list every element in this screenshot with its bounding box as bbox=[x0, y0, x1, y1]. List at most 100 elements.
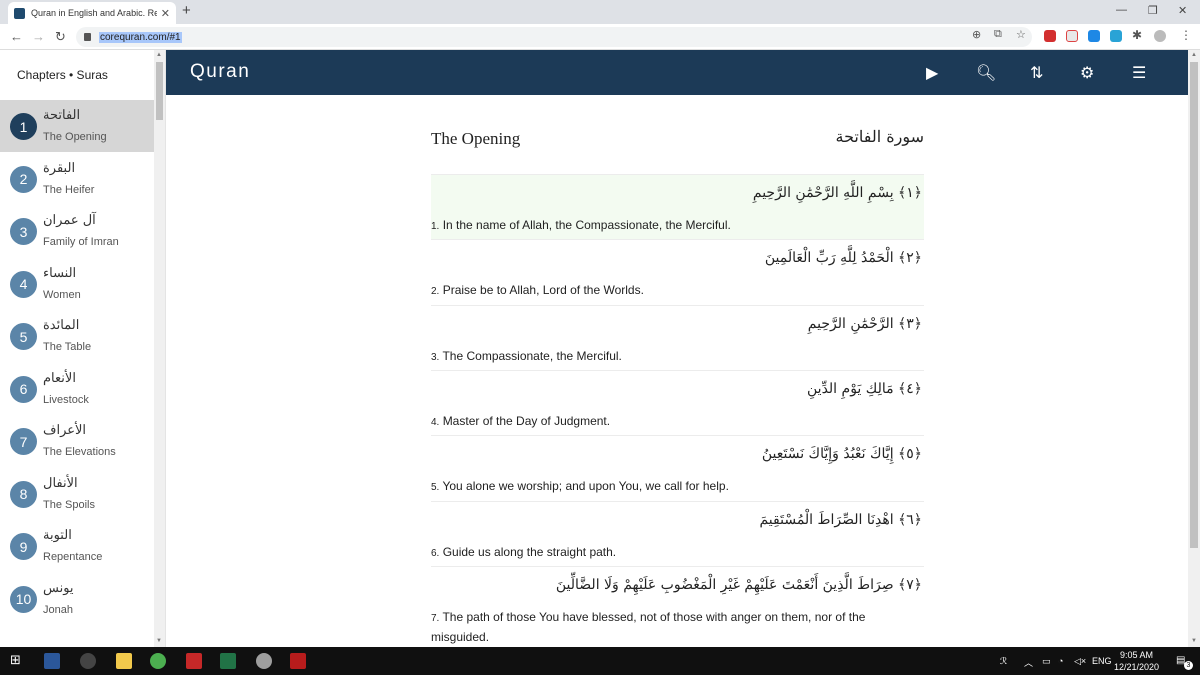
app-brand[interactable]: Quran bbox=[190, 61, 250, 83]
verse-translation: 1. In the name of Allah, the Compassiona… bbox=[431, 216, 911, 236]
sidebar-item-chapter[interactable]: 3 آل عمران Family of Imran bbox=[0, 205, 154, 257]
sidebar-item-chapter[interactable]: 2 البقرة The Heifer bbox=[0, 153, 154, 205]
gear-icon[interactable]: ⚙ bbox=[1080, 63, 1094, 83]
page-scroll-thumb[interactable] bbox=[1190, 62, 1198, 548]
sidebar-item-chapter[interactable]: 7 الأعراف The Elevations bbox=[0, 415, 154, 467]
verse-row[interactable]: ﴿٤﴾ مَالِكِ يَوْمِ الدِّينِ 4. Master of … bbox=[431, 369, 924, 435]
verse-number: 1. bbox=[431, 221, 440, 232]
profile-avatar[interactable] bbox=[1154, 30, 1166, 42]
excel-app-icon[interactable] bbox=[220, 653, 236, 669]
verse-english: Praise be to Allah, Lord of the Worlds. bbox=[442, 283, 644, 298]
people-icon[interactable]: ℛ bbox=[1000, 656, 1007, 667]
sidebar-item-chapter[interactable]: 4 النساء Women bbox=[0, 258, 154, 310]
verse-row[interactable]: ﴿٣﴾ الرَّحْمَٰنِ الرَّحِيمِ 3. The Compas… bbox=[431, 304, 924, 370]
tray-chevron-icon[interactable]: ︿ bbox=[1024, 656, 1033, 669]
windows-taskbar: ⊞ ℛ ︿ ▭ ◔ ◁× ENG 9:05 AM 12/21/2020 ▤ 3 bbox=[0, 647, 1200, 675]
scroll-down-icon[interactable]: ▼ bbox=[156, 638, 162, 644]
chapter-number-badge: 1 bbox=[10, 113, 37, 140]
menu-icon[interactable]: ☰ bbox=[1132, 63, 1146, 83]
verse-english: The path of those You have blessed, not … bbox=[431, 609, 866, 644]
verse-arabic: ﴿٤﴾ مَالِكِ يَوْمِ الدِّينِ bbox=[807, 380, 922, 397]
clock[interactable]: 9:05 AM 12/21/2020 bbox=[1114, 649, 1159, 673]
install-icon[interactable]: ⊕ bbox=[972, 28, 981, 41]
verse-row[interactable]: ﴿٥﴾ إِيَّاكَ نَعْبُدُ وَإِيَّاكَ نَسْتَع… bbox=[431, 435, 924, 500]
app-icon[interactable] bbox=[80, 653, 96, 669]
word-app-icon[interactable] bbox=[44, 653, 60, 669]
verse-translation: 4. Master of the Day of Judgment. bbox=[431, 412, 911, 432]
app-icon-2[interactable] bbox=[256, 653, 272, 669]
sidebar-item-chapter[interactable]: 8 الأنفال The Spoils bbox=[0, 468, 154, 520]
sidebar-item-chapter[interactable]: 9 التوبة Repentance bbox=[0, 520, 154, 572]
minimize-button[interactable]: — bbox=[1116, 4, 1127, 16]
bookmark-star-icon[interactable]: ☆ bbox=[1016, 28, 1026, 41]
language-indicator[interactable]: ENG bbox=[1092, 656, 1112, 666]
chapter-arabic-name: المائدة bbox=[43, 318, 80, 333]
sidebar-item-chapter[interactable]: 10 يونس Jonah bbox=[0, 573, 154, 625]
chapter-number-badge: 4 bbox=[10, 270, 37, 298]
verse-row[interactable]: ﴿٢﴾ الْحَمْدُ لِلَّهِ رَبِّ الْعَالَمِين… bbox=[431, 239, 924, 304]
site-favicon-icon bbox=[14, 7, 25, 19]
chapter-number-badge: 3 bbox=[10, 218, 37, 245]
reload-icon[interactable]: ↻ bbox=[55, 29, 66, 45]
verse-translation: 2. Praise be to Allah, Lord of the World… bbox=[431, 281, 911, 301]
verse-translation: 6. Guide us along the straight path. bbox=[431, 543, 911, 563]
chapter-number-badge: 7 bbox=[10, 428, 37, 455]
chapter-english-name: Repentance bbox=[43, 551, 103, 563]
file-explorer-icon[interactable] bbox=[116, 653, 132, 669]
verse-number: 6. bbox=[431, 547, 440, 559]
new-tab-button[interactable]: + bbox=[182, 2, 191, 19]
scroll-up-icon[interactable]: ▲ bbox=[156, 52, 162, 58]
extensions-puzzle-icon[interactable]: ✱ bbox=[1132, 28, 1144, 42]
verse-arabic: ﴿٢﴾ الْحَمْدُ لِلَّهِ رَبِّ الْعَالَمِين… bbox=[764, 250, 922, 267]
sidebar-scrollbar[interactable]: ▲ ▼ bbox=[154, 50, 165, 647]
sort-icon[interactable]: ⇅ bbox=[1030, 63, 1043, 83]
browser-tab[interactable]: Quran in English and Arabic. Rea ✕ bbox=[8, 2, 176, 24]
pdf-extension-icon[interactable] bbox=[1044, 30, 1056, 42]
forward-arrow-icon[interactable]: → bbox=[32, 29, 45, 44]
verse-row[interactable]: ﴿٦﴾ اهْدِنَا الصِّرَاطَ الْمُسْتَقِيمَ 6.… bbox=[431, 500, 924, 566]
verse-row[interactable]: ﴿١﴾ بِسْمِ اللَّهِ الرَّحْمَٰنِ الرَّحِي… bbox=[431, 174, 924, 239]
url-text[interactable]: corequran.com/#1 bbox=[99, 31, 182, 43]
back-arrow-icon[interactable]: ← bbox=[10, 29, 23, 44]
verse-number: 2. bbox=[431, 286, 440, 298]
wifi-icon[interactable]: ◔ bbox=[1058, 656, 1063, 666]
page-scroll-down-icon[interactable]: ▼ bbox=[1191, 638, 1197, 644]
translate-icon[interactable]: ⧉ bbox=[994, 28, 1002, 41]
lock-icon bbox=[84, 33, 91, 41]
volume-icon[interactable]: ◁× bbox=[1074, 656, 1086, 667]
chrome-app-icon[interactable] bbox=[150, 653, 166, 669]
sidebar-item-chapter[interactable]: 1 الفاتحة The Opening bbox=[0, 100, 154, 152]
verse-row[interactable]: ﴿٧﴾ صِرَاطَ الَّذِينَ أَنْعَمْتَ عَلَيْه… bbox=[431, 565, 924, 644]
windows-start-icon[interactable]: ⊞ bbox=[10, 652, 26, 668]
tab-close-icon[interactable]: ✕ bbox=[161, 7, 170, 20]
close-window-button[interactable]: ✕ bbox=[1178, 4, 1187, 17]
acrobat-app-icon[interactable] bbox=[186, 653, 202, 669]
app-icon-3[interactable] bbox=[290, 653, 306, 669]
chapter-arabic-name: آل عمران bbox=[43, 213, 96, 228]
search-icon[interactable]: 🔍︎ bbox=[976, 63, 996, 83]
app-header: Quran ▶ 🔍︎ ⇅ ⚙ ☰ bbox=[166, 50, 1188, 95]
gmail-extension-icon[interactable] bbox=[1066, 30, 1078, 42]
chapter-arabic-name: الأنعام bbox=[43, 370, 76, 386]
restore-button[interactable]: ❐ bbox=[1148, 4, 1158, 17]
page-scrollbar[interactable]: ▲ ▼ bbox=[1188, 50, 1200, 647]
browser-menu-icon[interactable]: ⋮ bbox=[1180, 28, 1192, 42]
battery-icon[interactable]: ▭ bbox=[1042, 656, 1051, 667]
verse-english: In the name of Allah, the Compassionate,… bbox=[442, 218, 731, 232]
chat-extension-icon[interactable] bbox=[1088, 30, 1100, 42]
page-scroll-up-icon[interactable]: ▲ bbox=[1191, 52, 1197, 58]
browser-tabbar: Quran in English and Arabic. Rea ✕ + — ❐… bbox=[0, 0, 1200, 24]
notification-count: 3 bbox=[1184, 661, 1193, 670]
address-bar[interactable]: corequran.com/#1 bbox=[76, 27, 1032, 47]
play-icon[interactable]: ▶ bbox=[926, 63, 938, 83]
sidebar-item-chapter[interactable]: 6 الأنعام Livestock bbox=[0, 363, 154, 415]
chapter-english-name: The Elevations bbox=[43, 446, 116, 458]
sidebar-item-chapter[interactable]: 5 المائدة The Table bbox=[0, 310, 154, 362]
clock-time: 9:05 AM bbox=[1120, 650, 1154, 660]
sidebar-scroll-thumb[interactable] bbox=[156, 62, 163, 120]
app-extension-icon[interactable] bbox=[1110, 30, 1122, 42]
chapter-arabic-name: التوبة bbox=[43, 528, 72, 543]
chapter-english-name: The Table bbox=[43, 341, 92, 353]
chapters-sidebar: Chapters • Suras 1 الفاتحة The Opening 2 الب… bbox=[0, 50, 166, 647]
verse-translation: 5. You alone we worship; and upon You, w… bbox=[431, 477, 911, 497]
